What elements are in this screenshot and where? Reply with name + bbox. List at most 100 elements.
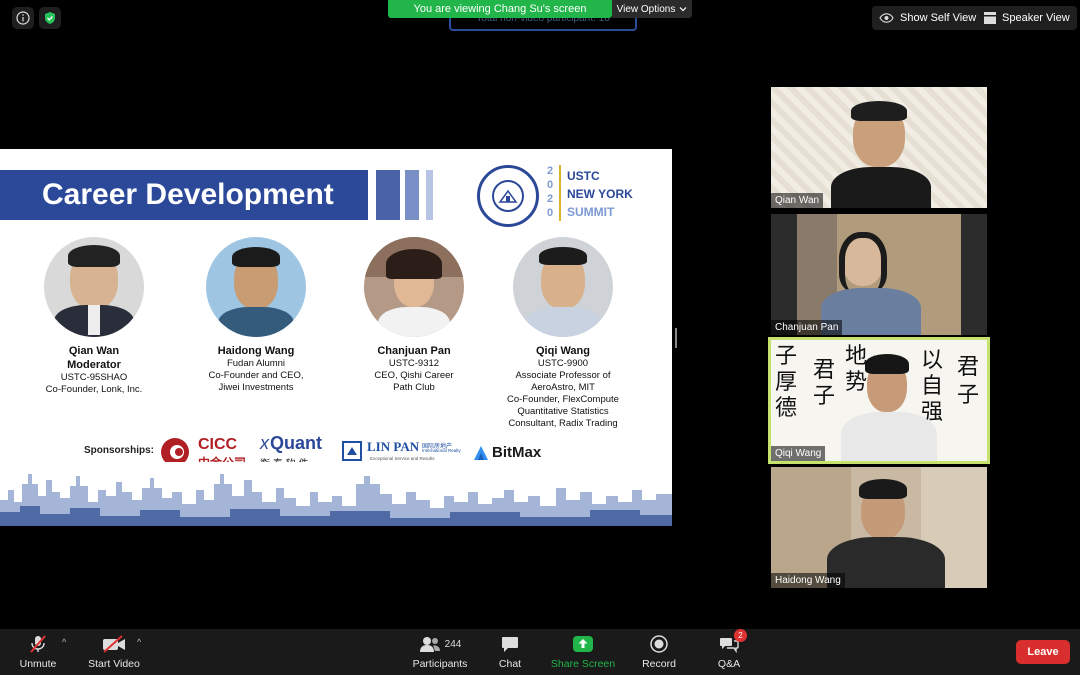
qa-button[interactable]: 2 Q&A	[712, 629, 747, 675]
calligraphy-char: 自	[921, 374, 944, 399]
chat-bubble-icon	[502, 636, 518, 652]
view-options-button[interactable]: View Options	[612, 0, 692, 18]
calligraphy-char: 厚	[775, 370, 798, 395]
city-skyline-image	[0, 462, 672, 526]
record-icon	[650, 635, 668, 653]
year-digit: 2	[546, 193, 554, 205]
calligraphy-char: 君	[813, 358, 836, 383]
show-self-view-button[interactable]: Show Self View	[872, 6, 984, 30]
speaker-view-label: Speaker View	[1002, 12, 1070, 24]
video-camera-off-icon	[103, 635, 125, 653]
shield-icon[interactable]	[39, 7, 61, 29]
speaker-line: Consultant, Radix Trading	[508, 418, 618, 429]
calligraphy-char: 君	[957, 355, 980, 380]
speaker-name: Qian Wan	[68, 345, 120, 357]
speaker-line: CEO, Qishi Career	[374, 370, 454, 381]
speaker-card: Qian Wan Moderator USTC-95SHAO Co-Founde…	[20, 237, 168, 396]
leave-button[interactable]: Leave	[1016, 640, 1070, 664]
record-button[interactable]: Record	[638, 629, 680, 675]
start-video-label: Start Video	[88, 658, 140, 670]
speaker-card: Qiqi Wang USTC-9900 Associate Professor …	[489, 237, 637, 430]
calligraphy-char: 子	[957, 383, 980, 408]
speaker-name: Chanjuan Pan	[377, 345, 451, 357]
year-digit: 0	[546, 179, 554, 191]
calligraphy-char: 势	[845, 370, 868, 395]
summit-divider	[559, 165, 561, 221]
year-digit: 2	[546, 165, 554, 177]
title-decoration	[405, 170, 419, 220]
unmute-button[interactable]: Unmute	[16, 629, 60, 675]
participant-tile[interactable]: Qian Wan	[771, 87, 987, 208]
record-label: Record	[642, 658, 676, 670]
calligraphy-char: 地	[845, 344, 868, 369]
speaker-line: Path Club	[393, 382, 435, 393]
viewing-banner: You are viewing Chang Su's screen	[388, 0, 612, 18]
eye-icon	[879, 13, 894, 23]
ustc-logo	[477, 165, 539, 227]
calligraphy-char: 子	[775, 344, 798, 369]
share-screen-button[interactable]: Share Screen	[549, 629, 617, 675]
chevron-up-icon[interactable]: ^	[137, 637, 141, 647]
chat-button[interactable]: Chat	[492, 629, 528, 675]
linpan-tagline: Exceptional Service and Results	[370, 456, 435, 461]
speaker-name: Haidong Wang	[217, 345, 295, 357]
speaker-line: USTC-95SHAO	[60, 372, 128, 383]
grid-view-icon	[984, 12, 996, 24]
speaker-line: Quantitative Statistics	[517, 406, 609, 417]
share-screen-icon	[573, 636, 593, 652]
participant-name: Qiqi Wang	[771, 446, 826, 461]
participant-tile[interactable]: Chanjuan Pan	[771, 214, 987, 335]
meeting-toolbar: Unmute ^ Start Video ^ 244 Participants …	[0, 629, 1080, 675]
qa-label: Q&A	[717, 658, 741, 670]
year-digit: 0	[546, 207, 554, 219]
share-screen-label: Share Screen	[550, 658, 616, 670]
cicc-text: CICC	[198, 436, 238, 453]
speaker-name: Qiqi Wang	[536, 345, 590, 357]
microphone-muted-icon	[30, 635, 46, 653]
speaker-card: Haidong Wang Fudan Alumni Co-Founder and…	[182, 237, 330, 394]
participant-tile[interactable]: Haidong Wang	[771, 467, 987, 588]
zoom-window: Total non-video participant: 16 You are …	[0, 0, 1080, 675]
speaker-role: Moderator	[67, 359, 121, 371]
speaker-line: Jiwei Investments	[218, 382, 294, 393]
linpan-text: LIN PAN	[367, 439, 420, 454]
participants-icon	[419, 637, 440, 652]
summit-line: USTC	[567, 169, 600, 183]
shared-screen-slide: Career Development 2 0 2 0 USTC NEW YORK…	[0, 149, 672, 526]
sponsorships-label: Sponsorships:	[84, 445, 155, 456]
resize-handle[interactable]	[675, 328, 677, 348]
bitmax-text: BitMax	[492, 444, 542, 461]
start-video-button[interactable]: Start Video	[84, 629, 144, 675]
xquant-text: Quant	[270, 433, 322, 453]
chat-label: Chat	[498, 658, 522, 670]
speaker-line: Co-Founder and CEO,	[208, 370, 304, 381]
speaker-photo	[44, 237, 144, 337]
summit-line: SUMMIT	[567, 205, 615, 219]
linpan-sub-text: International Realty	[422, 448, 461, 453]
speaker-line: USTC-9312	[388, 358, 440, 369]
show-self-view-label: Show Self View	[900, 12, 977, 24]
chevron-up-icon[interactable]: ^	[62, 637, 66, 647]
speaker-photo	[206, 237, 306, 337]
speaker-line: Associate Professor of	[515, 370, 611, 381]
calligraphy-char: 子	[813, 384, 836, 409]
qa-badge: 2	[734, 629, 747, 642]
participants-button[interactable]: 244 Participants	[410, 629, 470, 675]
unmute-label: Unmute	[19, 658, 57, 670]
speaker-line: Co-Founder, Lonk, Inc.	[45, 384, 143, 395]
participant-name: Qian Wan	[771, 193, 824, 208]
speaker-line: AeroAstro, MIT	[531, 382, 595, 393]
speaker-photo	[364, 237, 464, 337]
info-icon[interactable]	[12, 7, 34, 29]
speaker-view-button[interactable]: Speaker View	[977, 6, 1077, 30]
participant-tile-active-speaker[interactable]: 子 厚 德 君 子 地 势 以 自 强 君 子 Qiqi Wang	[768, 337, 990, 464]
title-decoration	[376, 170, 400, 220]
title-decoration	[426, 170, 433, 220]
calligraphy-char: 以	[921, 348, 944, 373]
speaker-line: Co-Founder, FlexCompute	[507, 394, 619, 405]
view-options-label: View Options	[616, 3, 676, 15]
slide-title: Career Development	[0, 170, 368, 220]
summit-line: NEW YORK	[567, 187, 633, 201]
calligraphy-char: 德	[775, 396, 798, 421]
speaker-line: Fudan Alumni	[226, 358, 286, 369]
